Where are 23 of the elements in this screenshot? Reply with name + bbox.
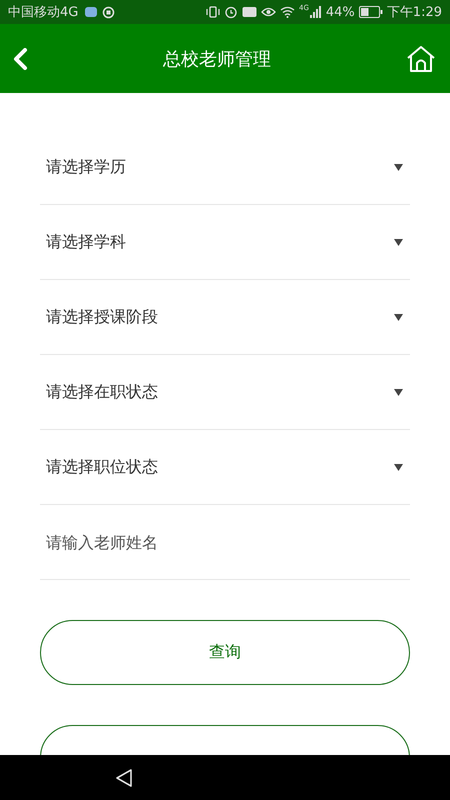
carrier-name: 中国移动4G <box>8 4 78 21</box>
battery-icon <box>358 6 383 18</box>
back-nav-icon[interactable] <box>115 768 133 788</box>
dropdown-field[interactable]: 请选择授课阶段 <box>40 280 410 355</box>
clock-time: 下午1:29 <box>386 4 442 21</box>
caret-icon <box>394 164 403 170</box>
alarm-icon <box>224 5 238 19</box>
wifi-icon <box>280 6 295 18</box>
query-button[interactable]: 查询 <box>40 620 410 685</box>
eye-icon <box>261 6 276 18</box>
signal-icon <box>310 6 322 18</box>
battery-percent: 44% <box>326 4 355 20</box>
caret-icon <box>394 464 403 470</box>
dropdown-field[interactable]: 请选择学科 <box>40 205 410 280</box>
caret-icon <box>394 388 403 396</box>
home-icon[interactable] <box>406 44 436 72</box>
caret-icon <box>394 314 403 320</box>
back-icon[interactable] <box>12 48 28 70</box>
vibrate-icon <box>206 5 220 19</box>
dropdown-field[interactable]: 请选择学历 <box>40 130 410 205</box>
caret-icon <box>394 238 403 246</box>
page-title: 总校老师管理 <box>163 48 271 70</box>
dropdown-field[interactable]: 请选择在职状态 <box>40 355 410 430</box>
